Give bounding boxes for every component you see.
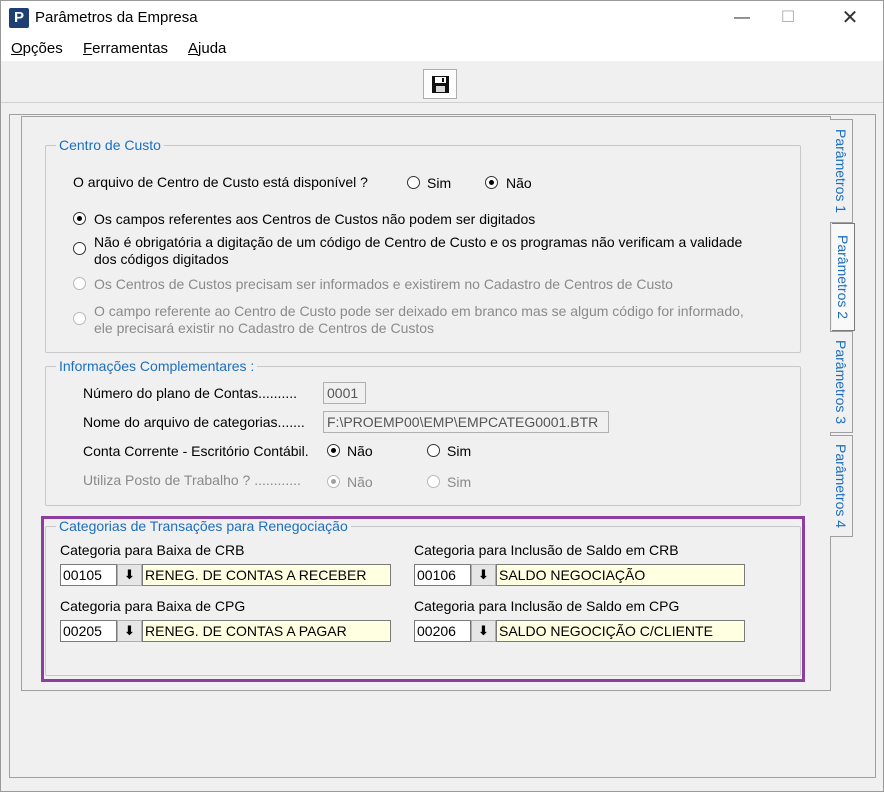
centro-custo-question: O arquivo de Centro de Custo está dispon… xyxy=(73,174,368,190)
option-precisam-informados-label: Os Centros de Custos precisam ser inform… xyxy=(94,276,673,292)
centro-custo-nao-radio[interactable] xyxy=(485,176,498,189)
centro-custo-sim-label: Sim xyxy=(427,175,452,191)
inclusao-cpg-code-input[interactable]: 00206 xyxy=(414,620,471,642)
baixa-cpg-lookup-button[interactable]: ⬇ xyxy=(117,620,142,642)
conta-corrente-nao-radio[interactable] xyxy=(327,444,340,457)
arquivo-categorias-field[interactable]: F:\PROEMP00\EMP\EMPCATEG0001.BTR xyxy=(323,411,609,433)
menu-ajuda[interactable]: Ajuda xyxy=(188,40,226,57)
centro-custo-nao-label: Não xyxy=(506,175,532,191)
inclusao-cpg-lookup-button[interactable]: ⬇ xyxy=(471,620,496,642)
app-logo-icon: P xyxy=(9,8,29,28)
menu-opcoes[interactable]: Opções xyxy=(11,40,63,57)
plano-contas-field[interactable]: 0001 xyxy=(323,382,366,404)
option-pode-branco-label-1: O campo referente ao Centro de Custo pod… xyxy=(94,303,744,319)
conta-corrente-nao-label: Não xyxy=(347,443,373,459)
inclusao-crb-description: SALDO NEGOCIAÇÃO xyxy=(496,564,745,586)
baixa-cpg-code-input[interactable]: 00205 xyxy=(60,620,117,642)
menu-ferramentas-label: erramentas xyxy=(92,40,169,57)
title-bar: P Parâmetros da Empresa — ☐ ✕ xyxy=(1,1,883,35)
baixa-cpg-label: Categoria para Baixa de CPG xyxy=(60,598,246,614)
tab-parametros-3[interactable]: Parâmetros 3 xyxy=(830,331,853,433)
window-title: Parâmetros da Empresa xyxy=(35,9,198,26)
option-nao-digitados-label: Os campos referentes aos Centros de Cust… xyxy=(94,211,536,227)
posto-trabalho-label: Utiliza Posto de Trabalho ? ............ xyxy=(83,472,301,488)
menu-ajuda-key: A xyxy=(188,40,199,57)
conta-corrente-sim-radio[interactable] xyxy=(427,444,440,457)
inclusao-crb-code-input[interactable]: 00106 xyxy=(414,564,471,586)
close-button[interactable]: ✕ xyxy=(827,1,873,35)
maximize-button[interactable]: ☐ xyxy=(765,1,811,35)
option-nao-obrigatoria-label-1: Não é obrigatória a digitação de um códi… xyxy=(94,234,743,250)
inclusao-crb-lookup-button[interactable]: ⬇ xyxy=(471,564,496,586)
tab-parametros-2[interactable]: Parâmetros 2 xyxy=(832,223,855,331)
menu-ferramentas[interactable]: Ferramentas xyxy=(83,40,168,57)
baixa-crb-lookup-button[interactable]: ⬇ xyxy=(117,564,142,586)
option-precisam-informados-radio xyxy=(73,277,86,290)
posto-trabalho-sim-radio xyxy=(427,475,440,488)
tab-parametros-1[interactable]: Parâmetros 1 xyxy=(830,119,853,223)
posto-trabalho-nao-radio xyxy=(327,475,340,488)
centro-custo-title: Centro de Custo xyxy=(56,137,164,153)
baixa-crb-label: Categoria para Baixa de CRB xyxy=(60,542,245,558)
posto-trabalho-nao-label: Não xyxy=(347,474,373,490)
option-nao-obrigatoria-label-2: dos códigos digitados xyxy=(94,251,229,267)
tab-parametros-4[interactable]: Parâmetros 4 xyxy=(830,435,853,537)
save-button[interactable] xyxy=(423,69,457,99)
posto-trabalho-sim-label: Sim xyxy=(447,474,472,490)
toolbar xyxy=(1,63,883,103)
conta-corrente-label: Conta Corrente - Escritório Contábil. xyxy=(83,443,309,459)
app-window: P Parâmetros da Empresa — ☐ ✕ Opções Fer… xyxy=(0,0,884,792)
inclusao-cpg-description: SALDO NEGOCIÇÃO C/CLIENTE xyxy=(496,620,745,642)
inclusao-crb-label: Categoria para Inclusão de Saldo em CRB xyxy=(414,542,679,558)
info-complementares-title: Informações Complementares : xyxy=(56,358,258,374)
menu-bar: Opções Ferramentas Ajuda xyxy=(1,35,883,61)
inclusao-cpg-label: Categoria para Inclusão de Saldo em CPG xyxy=(414,598,680,614)
baixa-crb-description: RENEG. DE CONTAS A RECEBER xyxy=(142,564,391,586)
centro-custo-sim-radio[interactable] xyxy=(407,176,420,189)
option-nao-obrigatoria-radio[interactable] xyxy=(73,242,86,255)
conta-corrente-sim-label: Sim xyxy=(447,443,472,459)
option-pode-branco-label-2: ele precisará existir no Cadastro de Cen… xyxy=(94,320,435,336)
menu-ajuda-label: juda xyxy=(198,40,227,57)
floppy-disk-icon xyxy=(432,76,449,93)
baixa-cpg-description: RENEG. DE CONTAS A PAGAR xyxy=(142,620,391,642)
menu-opcoes-key: O xyxy=(11,40,23,57)
minimize-button[interactable]: — xyxy=(719,1,765,35)
plano-contas-label: Número do plano de Contas.......... xyxy=(83,385,298,401)
menu-opcoes-label: pções xyxy=(22,40,63,57)
option-nao-digitados-radio[interactable] xyxy=(73,212,86,225)
option-pode-branco-radio xyxy=(73,312,86,325)
baixa-crb-code-input[interactable]: 00105 xyxy=(60,564,117,586)
arquivo-categorias-label: Nome do arquivo de categorias....... xyxy=(83,414,305,430)
menu-ferramentas-key: F xyxy=(83,40,93,57)
